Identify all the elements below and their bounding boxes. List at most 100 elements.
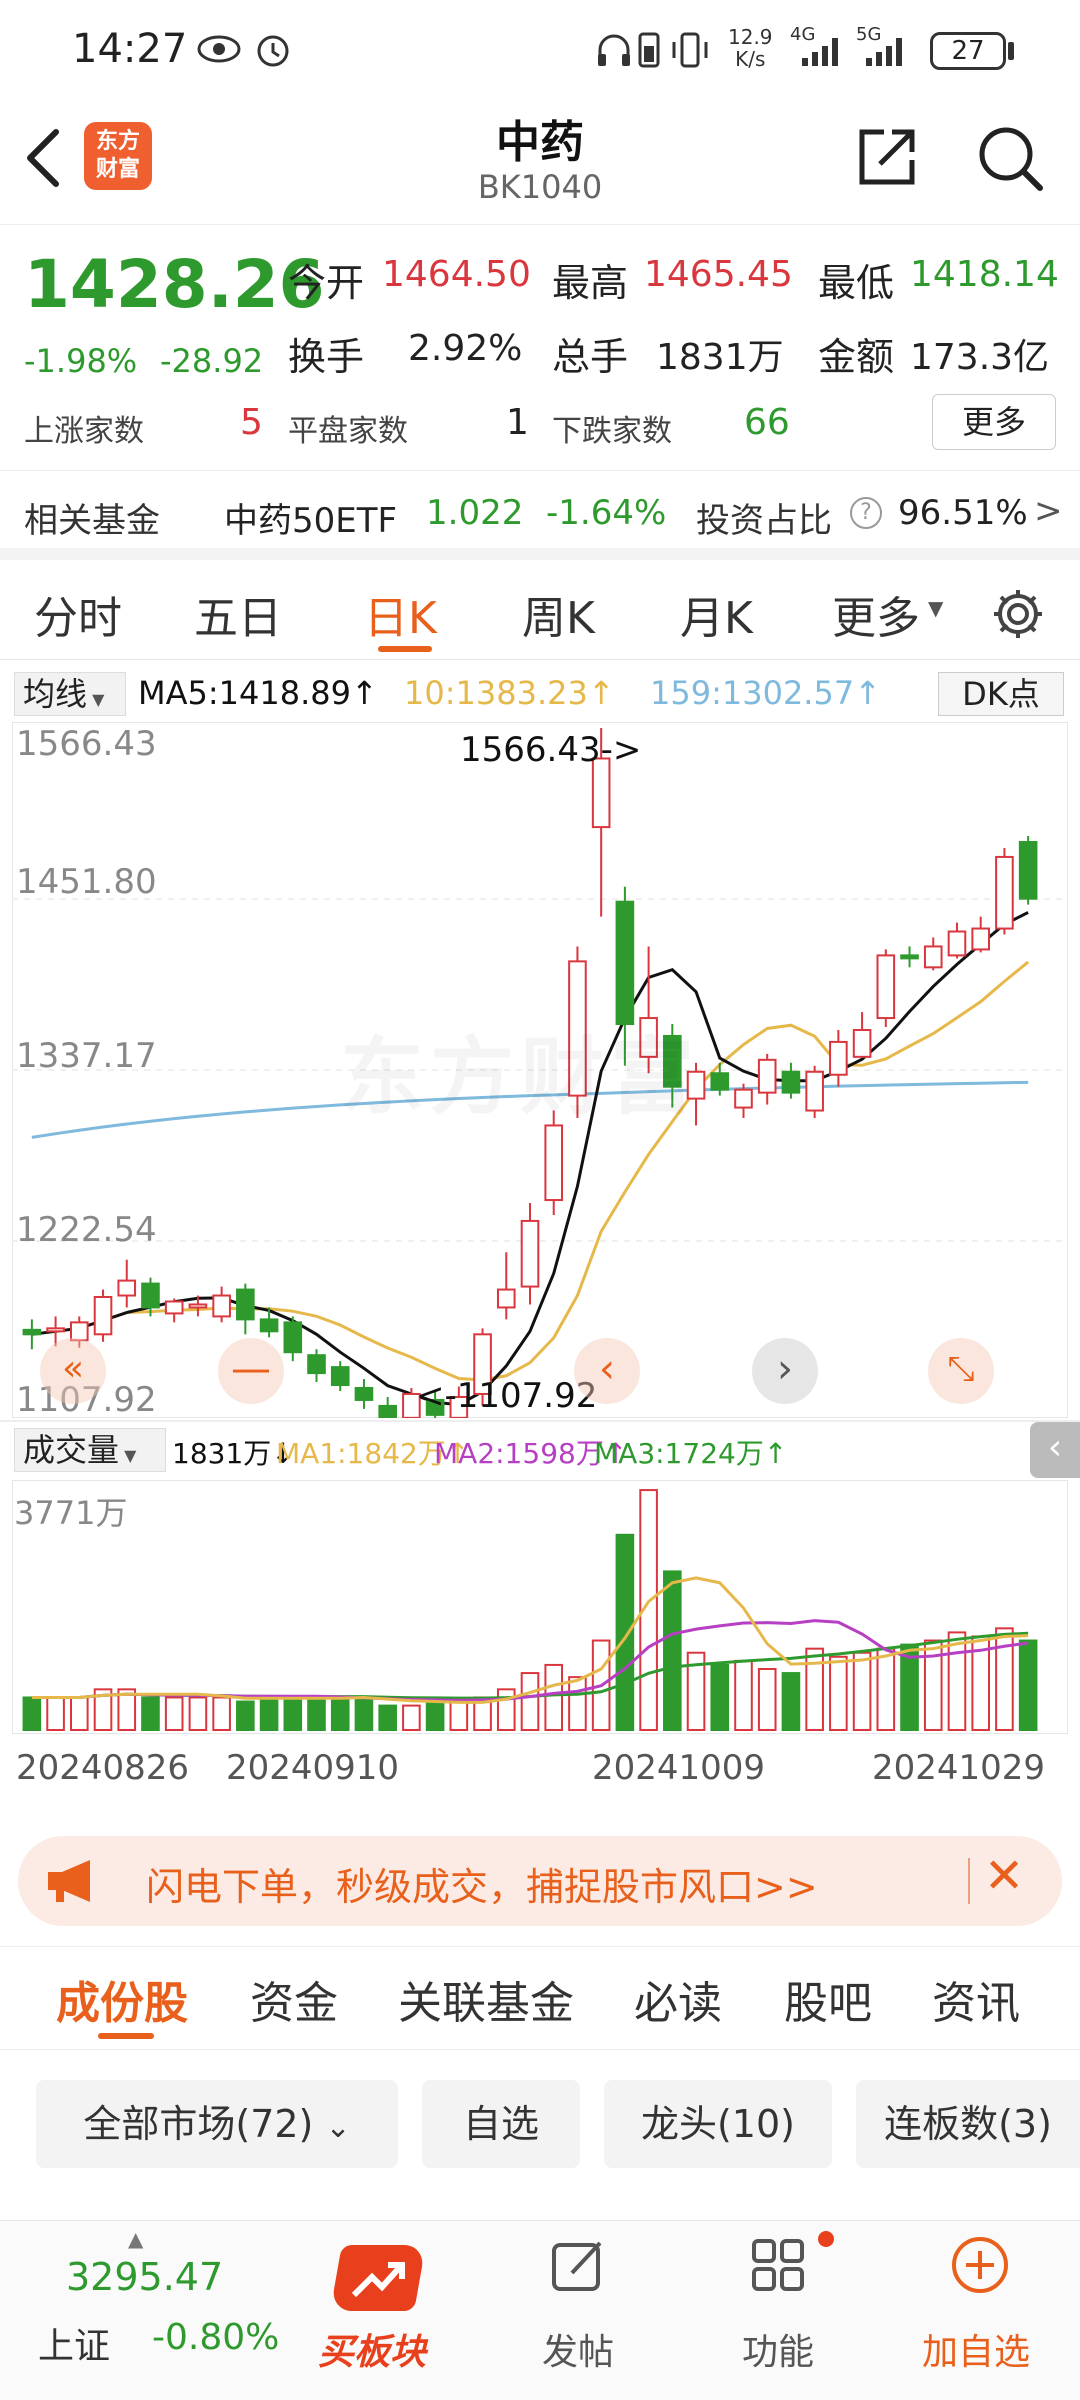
volume-max-label: 3771万 (14, 1494, 128, 1532)
filter-watchlist[interactable]: 自选 (422, 2080, 580, 2168)
signal-icon (802, 38, 838, 66)
scroll-left-fast-icon[interactable]: « (40, 1338, 106, 1404)
candle-body (307, 1354, 326, 1375)
candle-body (971, 927, 990, 951)
date-label-4: 20241029 (872, 1748, 1046, 1788)
trend-arrow-icon (351, 2262, 405, 2298)
volume-bar (22, 1696, 42, 1731)
battery-small-icon (638, 32, 660, 68)
tab-forum[interactable]: 股吧 (784, 1967, 872, 2031)
eastmoney-logo: 东方 财富 (84, 122, 152, 190)
tab-five-day[interactable]: 五日 (194, 582, 282, 646)
volume-bar (947, 1631, 967, 1731)
candle-body (757, 1058, 777, 1094)
tab-intraday[interactable]: 分时 (34, 582, 122, 646)
ma-select[interactable]: 均线 ▼ (14, 672, 126, 716)
tab-funds-flow[interactable]: 资金 (250, 1967, 338, 2031)
zoom-out-icon[interactable]: — (218, 1338, 284, 1404)
candle-body (117, 1279, 137, 1297)
nav-add-watchlist[interactable]: 加自选 (922, 2323, 1030, 2375)
candle-body (923, 945, 943, 969)
candle-body (876, 954, 896, 1020)
filter-leaders[interactable]: 龙头(10) (604, 2080, 832, 2168)
candle-body (995, 855, 1014, 930)
date-label-3: 20241009 (592, 1748, 766, 1788)
help-icon[interactable]: ? (850, 497, 882, 529)
scroll-left-icon[interactable]: ‹ (574, 1338, 640, 1404)
fullscreen-icon[interactable]: ⤡ (928, 1338, 994, 1404)
filter-all-markets-label: 全部市场(72) (83, 2102, 314, 2146)
add-watchlist-icon[interactable] (948, 2233, 1012, 2297)
back-arrow-icon[interactable] (20, 126, 66, 190)
index-name[interactable]: 上证 (38, 2317, 110, 2369)
scroll-right-icon[interactable]: › (752, 1338, 818, 1404)
expand-up-icon[interactable]: ▲ (128, 2227, 143, 2251)
ratio-label: 投资占比 (696, 501, 832, 541)
promo-banner[interactable]: 闪电下单，秒级成交，捕捉股市风口>> ✕ (18, 1836, 1062, 1926)
notification-dot (818, 2231, 834, 2247)
up-count: 5 (240, 402, 263, 443)
volume-chart[interactable] (12, 1480, 1068, 1734)
fund-arrow-icon[interactable]: > (1034, 491, 1063, 531)
turnover-value: 2.92% (408, 328, 523, 369)
candle-body (378, 1404, 397, 1418)
volume-bar (164, 1696, 184, 1731)
tab-daily-k[interactable]: 日K (364, 582, 437, 646)
filter-limit-up-streak[interactable]: 连板数(3) (856, 2080, 1080, 2168)
fund-name[interactable]: 中药50ETF (224, 493, 397, 542)
up-count-label: 上涨家数 (24, 414, 144, 449)
volume-bar (734, 1659, 753, 1731)
tab-constituents[interactable]: 成份股 (56, 1967, 188, 2031)
collapse-panel-icon[interactable]: ‹ (1030, 1422, 1080, 1478)
candle-body (283, 1321, 303, 1354)
tab-news[interactable]: 资讯 (932, 1967, 1020, 2031)
max-price-marker: 1566.43-> (460, 730, 642, 770)
volume-label: 总手 (552, 335, 629, 379)
settings-gear-icon[interactable] (990, 586, 1046, 642)
tab-must-read[interactable]: 必读 (634, 1967, 722, 2031)
y-label-3: 1337.17 (16, 1036, 157, 1076)
volume-bar (425, 1700, 445, 1732)
turnover-label: 换手 (288, 335, 365, 379)
filter-all-markets[interactable]: 全部市场(72) ⌄ (36, 2080, 398, 2168)
quote-panel: 1428.26 -1.98% -28.92 今开 1464.50 最高 1465… (0, 226, 1080, 461)
candle-body (188, 1303, 208, 1309)
indicator-select[interactable]: 成交量 ▼ (14, 1428, 166, 1472)
nav-buy-sector[interactable]: 买板块 (318, 2323, 426, 2375)
volume-bar (354, 1696, 374, 1731)
share-icon[interactable] (854, 124, 920, 190)
ma-select-label: 均线 (23, 675, 88, 713)
content-tabs: 成份股 资金 关联基金 必读 股吧 资讯 (0, 1946, 1080, 2050)
volume-bar (829, 1655, 848, 1731)
candle-body (93, 1296, 113, 1336)
index-value[interactable]: 3295.47 (66, 2255, 223, 2299)
volume-bar (568, 1676, 587, 1731)
volume-bar (236, 1700, 255, 1732)
search-icon[interactable] (974, 122, 1046, 194)
bottom-navigation: ▲ 3295.47 上证 -0.80% 买板块 发帖 功能 加自选 (0, 2220, 1080, 2400)
related-fund-bar[interactable]: 相关基金 中药50ETF 1.022 -1.64% 投资占比 ? 96.51% … (0, 470, 1080, 560)
candle-body (852, 1028, 872, 1058)
candle-body (1018, 841, 1038, 900)
nav-post[interactable]: 发帖 (542, 2323, 614, 2375)
tab-related-funds[interactable]: 关联基金 (398, 1967, 574, 2031)
nav-functions[interactable]: 功能 (742, 2323, 814, 2375)
tab-monthly-k[interactable]: 月K (680, 582, 753, 646)
min-price-marker: <-1107.92 (416, 1376, 598, 1416)
status-bar: 14:27 12.9 K/s 4G 5G 27 (0, 0, 1080, 100)
volume-bar (520, 1672, 540, 1731)
change-value: -28.92 (160, 342, 264, 380)
close-banner-icon[interactable]: ✕ (984, 1848, 1024, 1904)
change-pct: -1.98% (24, 342, 138, 380)
candle-body (520, 1219, 540, 1288)
eye-icon (197, 35, 241, 63)
dk-point-button[interactable]: DK点 (938, 672, 1064, 716)
battery-level: 27 (951, 36, 985, 66)
functions-grid-icon[interactable] (748, 2235, 808, 2295)
tab-weekly-k[interactable]: 周K (522, 582, 595, 646)
tab-more[interactable]: 更多 (832, 582, 920, 646)
index-change[interactable]: -0.80% (152, 2317, 279, 2358)
compose-post-icon[interactable] (548, 2235, 608, 2295)
more-button[interactable]: 更多 (932, 394, 1056, 450)
volume-bar (544, 1663, 564, 1731)
